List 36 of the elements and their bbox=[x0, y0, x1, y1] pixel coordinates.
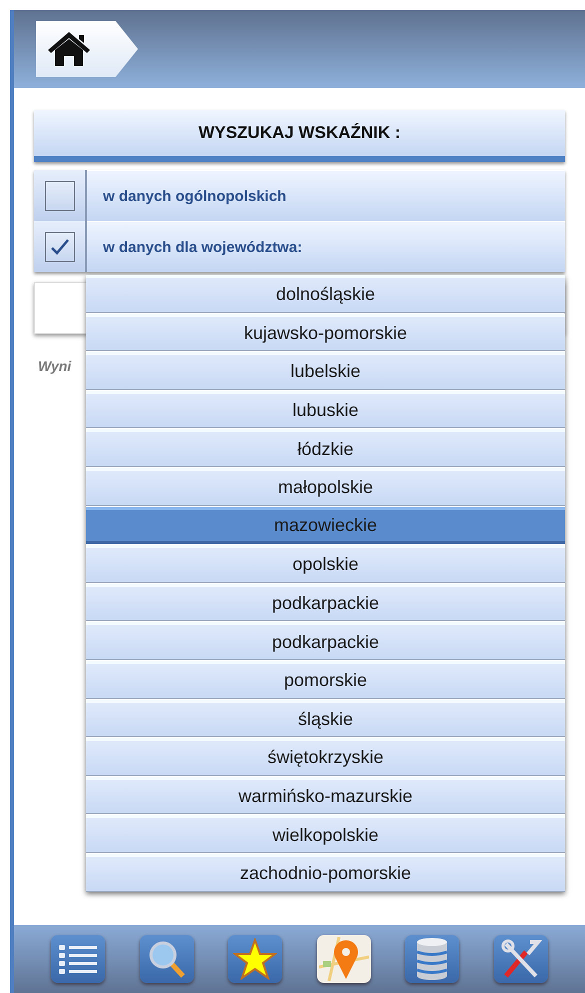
favorites-button[interactable] bbox=[228, 935, 282, 983]
dropdown-item[interactable]: małopolskie bbox=[86, 468, 565, 506]
dropdown-item[interactable]: podkarpackie bbox=[86, 584, 565, 622]
home-icon bbox=[46, 30, 92, 68]
dropdown-item[interactable]: mazowieckie bbox=[86, 506, 565, 544]
star-icon bbox=[233, 938, 278, 980]
check-icon bbox=[50, 238, 70, 256]
scope-option[interactable]: w danych dla województwa: bbox=[87, 221, 565, 272]
scope-option[interactable]: w danych ogólnopolskich bbox=[87, 170, 565, 221]
tools-button[interactable] bbox=[494, 935, 548, 983]
home-button[interactable] bbox=[36, 21, 138, 77]
dropdown-item[interactable]: śląskie bbox=[86, 700, 565, 738]
list-icon bbox=[58, 942, 98, 976]
dropdown-item[interactable]: wielkopolskie bbox=[86, 815, 565, 853]
checkbox[interactable] bbox=[44, 180, 74, 210]
dropdown-item[interactable]: lubelskie bbox=[86, 352, 565, 390]
search-indicator-button[interactable]: WYSZUKAJ WSKAŹNIK : bbox=[34, 110, 565, 162]
dropdown-item[interactable]: podkarpackie bbox=[86, 622, 565, 660]
dropdown-item[interactable]: warmińsko-mazurskie bbox=[86, 776, 565, 814]
dropdown-item[interactable]: pomorskie bbox=[86, 660, 565, 699]
dropdown-item[interactable]: opolskie bbox=[86, 545, 565, 583]
dropdown-item[interactable]: świętokrzyskie bbox=[86, 738, 565, 776]
search-icon bbox=[146, 939, 187, 979]
dropdown-item[interactable]: łódzkie bbox=[86, 429, 565, 467]
checkbox[interactable] bbox=[44, 232, 74, 262]
tools-icon bbox=[500, 938, 542, 980]
database-button[interactable] bbox=[405, 935, 460, 983]
dropdown-item[interactable]: kujawsko-pomorskie bbox=[86, 314, 565, 352]
search-button[interactable] bbox=[140, 935, 194, 983]
database-icon bbox=[414, 937, 450, 981]
dropdown-item[interactable]: dolnośląskie bbox=[86, 275, 565, 313]
results-label: Wyni bbox=[38, 358, 72, 374]
dropdown-item[interactable]: zachodnio-pomorskie bbox=[86, 854, 565, 892]
dropdown-item[interactable]: lubuskie bbox=[86, 390, 565, 428]
map-pin-icon bbox=[318, 937, 369, 981]
list-button[interactable] bbox=[51, 935, 106, 983]
